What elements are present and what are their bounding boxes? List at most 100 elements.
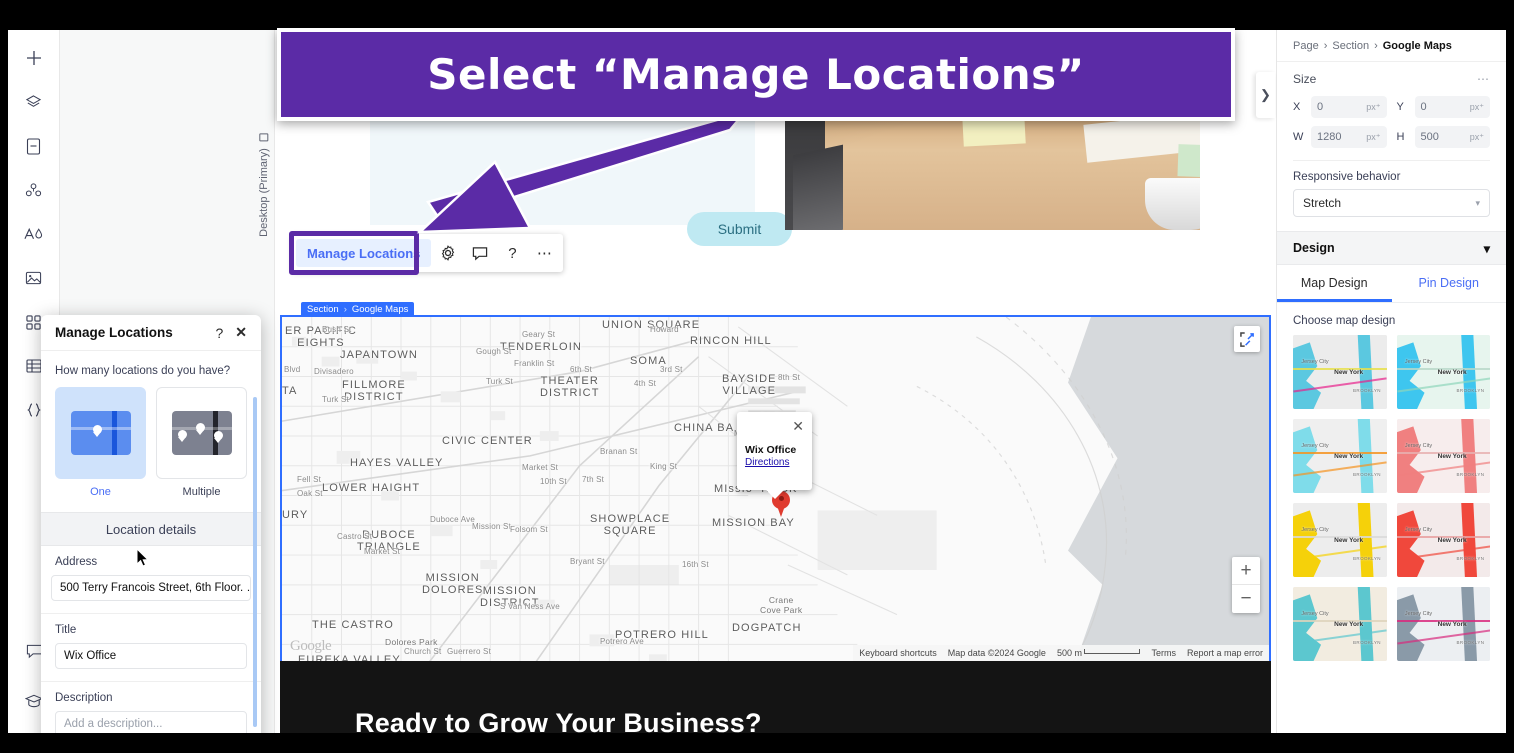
- map-label: Howard: [650, 325, 679, 334]
- title-input[interactable]: Wix Office: [55, 643, 247, 669]
- design-section-header[interactable]: Design ▾: [1277, 231, 1506, 265]
- design-red[interactable]: Jersey City New York BROOKLYN: [1396, 503, 1490, 577]
- stage-orientation-text: Desktop (Primary): [258, 148, 270, 237]
- tab-map-design[interactable]: Map Design: [1277, 265, 1392, 302]
- tab-pin-design[interactable]: Pin Design: [1392, 265, 1507, 302]
- breadcrumb-page[interactable]: Page: [1293, 40, 1319, 52]
- manage-locations-help-icon[interactable]: ?: [215, 325, 223, 341]
- design-sand[interactable]: Jersey City New York BROOKLYN: [1293, 587, 1387, 661]
- comment-icon[interactable]: [465, 239, 495, 267]
- chevron-down-icon: ▾: [1475, 197, 1480, 208]
- y-input[interactable]: 0 px⁺: [1414, 96, 1490, 118]
- map-fullscreen-icon[interactable]: [1234, 326, 1260, 352]
- manage-locations-panel: Manage Locations ? ✕ How many locations …: [41, 315, 261, 733]
- design-collapse-icon[interactable]: ▾: [1484, 241, 1490, 256]
- location-details-header[interactable]: Location details: [41, 512, 261, 546]
- choice-multiple[interactable]: Multiple: [156, 387, 247, 498]
- single-location-map-icon: [70, 411, 131, 455]
- text-icon[interactable]: [20, 220, 48, 248]
- map-label: HAYES VALLEY: [350, 457, 444, 469]
- design-salmon[interactable]: Jersey City New York BROOKLYN: [1396, 419, 1490, 493]
- breadcrumb-section: Section: [307, 304, 339, 315]
- choice-one[interactable]: One: [55, 387, 146, 498]
- title-field-group: Title Wix Office: [41, 614, 261, 682]
- map-label: Crane Cove Park: [760, 595, 803, 615]
- description-input[interactable]: Add a description...: [55, 711, 247, 733]
- map-label: FILLMORE DISTRICT: [342, 379, 406, 403]
- settings-gear-icon[interactable]: [433, 239, 463, 267]
- manage-locations-header: Manage Locations ? ✕: [41, 315, 261, 351]
- breadcrumb-element: Google Maps: [351, 304, 409, 315]
- locations-count-question: How many locations do you have?: [55, 365, 231, 377]
- apps-icon[interactable]: [20, 176, 48, 204]
- layers-icon[interactable]: [20, 88, 48, 116]
- design-mint[interactable]: Jersey City New York BROOKLYN: [1396, 335, 1490, 409]
- w-value: 1280: [1317, 131, 1342, 143]
- x-input[interactable]: 0 px⁺: [1311, 96, 1387, 118]
- choose-map-design-label: Choose map design: [1293, 315, 1396, 327]
- breadcrumb-current: Google Maps: [1382, 39, 1452, 52]
- map-label: DOGPATCH: [732, 622, 802, 634]
- sticky-note-green: [1177, 144, 1200, 178]
- design-slate[interactable]: Jersey City New York BROOKLYN: [1396, 587, 1490, 661]
- terms-link[interactable]: Terms: [1151, 648, 1176, 658]
- zoom-out-button[interactable]: −: [1232, 585, 1260, 613]
- map-label: RINCON HILL: [690, 335, 772, 347]
- manage-locations-button[interactable]: Manage Locations: [296, 239, 432, 267]
- cta-section: Ready to Grow Your Business?: [280, 661, 1271, 733]
- map-label: Potrero Ave: [600, 637, 644, 646]
- selection-breadcrumb[interactable]: Section › Google Maps: [301, 302, 415, 317]
- w-input[interactable]: 1280 px⁺: [1311, 126, 1387, 148]
- callout-text: Select “Manage Locations”: [427, 50, 1085, 99]
- keyboard-shortcuts-link[interactable]: Keyboard shortcuts: [859, 648, 937, 658]
- responsive-behavior-label: Responsive behavior: [1293, 171, 1401, 183]
- map-label: Market St: [522, 463, 559, 472]
- manage-locations-scrollbar[interactable]: [253, 397, 257, 727]
- map-label: Blvd: [284, 365, 301, 374]
- manage-locations-close-icon[interactable]: ✕: [235, 324, 247, 341]
- map-label: Bush St: [322, 325, 352, 334]
- map-label: BAYSIDE VILLAGE: [722, 373, 777, 397]
- breadcrumb-section[interactable]: Section: [1332, 40, 1369, 52]
- design-orange[interactable]: Jersey City New York BROOKLYN: [1293, 419, 1387, 493]
- panel-collapse-toggle[interactable]: ❯: [1256, 72, 1275, 118]
- map-label: MISSION DOLORES: [422, 572, 484, 596]
- map-label: TA: [282, 385, 298, 397]
- map-info-window[interactable]: ✕ Wix Office Directions: [737, 412, 812, 499]
- h-input[interactable]: 500 px⁺: [1414, 126, 1490, 148]
- map-label: Oak St: [297, 489, 323, 498]
- size-more-icon[interactable]: ⋯: [1477, 72, 1490, 86]
- address-input[interactable]: 500 Terry Francois Street, 6th Floor. …: [51, 575, 251, 601]
- map-attribution-bar: Keyboard shortcuts Map data ©2024 Google…: [853, 645, 1269, 661]
- add-icon[interactable]: [20, 44, 48, 72]
- responsive-behavior-select[interactable]: Stretch ▾: [1293, 189, 1490, 217]
- google-map-element[interactable]: ER PACIFIC EIGHTS JAPANTOWN TENDERLOIN SOMA…: [280, 315, 1271, 663]
- cta-heading: Ready to Grow Your Business?: [355, 708, 762, 733]
- map-canvas[interactable]: ER PACIFIC EIGHTS JAPANTOWN TENDERLOIN SOMA…: [282, 317, 1269, 661]
- size-fields-grid: X 0 px⁺ Y 0 px⁺ W 1280 px⁺ H 500 px⁺: [1293, 96, 1490, 148]
- map-label: URY: [282, 509, 309, 521]
- responsive-behavior-value: Stretch: [1303, 196, 1342, 210]
- map-label: Guerrero St: [447, 647, 491, 656]
- design-tabs: Map Design Pin Design: [1277, 265, 1506, 303]
- zoom-in-button[interactable]: +: [1232, 557, 1260, 585]
- design-yellow[interactable]: Jersey City New York BROOKLYN: [1293, 503, 1387, 577]
- y-unit: px⁺: [1469, 101, 1484, 112]
- description-label: Description: [55, 692, 113, 704]
- info-window-close-icon[interactable]: ✕: [792, 418, 804, 435]
- help-icon[interactable]: ?: [497, 239, 527, 267]
- report-error-link[interactable]: Report a map error: [1187, 648, 1263, 658]
- choice-multiple-thumb[interactable]: [156, 387, 247, 479]
- w-unit: px⁺: [1366, 131, 1381, 142]
- choice-one-thumb[interactable]: [55, 387, 146, 479]
- pages-icon[interactable]: [20, 132, 48, 160]
- design-vivid[interactable]: Jersey City New York BROOKLYN: [1293, 335, 1387, 409]
- more-options-icon[interactable]: ⋯: [529, 239, 559, 267]
- size-title: Size: [1293, 72, 1317, 86]
- x-label: X: [1293, 101, 1301, 113]
- image-icon[interactable]: [20, 264, 48, 292]
- map-label: Bryant St: [570, 557, 605, 566]
- map-label: Mission St: [472, 522, 511, 531]
- map-label: CHINA BA: [674, 422, 735, 434]
- directions-link[interactable]: Directions: [745, 457, 789, 468]
